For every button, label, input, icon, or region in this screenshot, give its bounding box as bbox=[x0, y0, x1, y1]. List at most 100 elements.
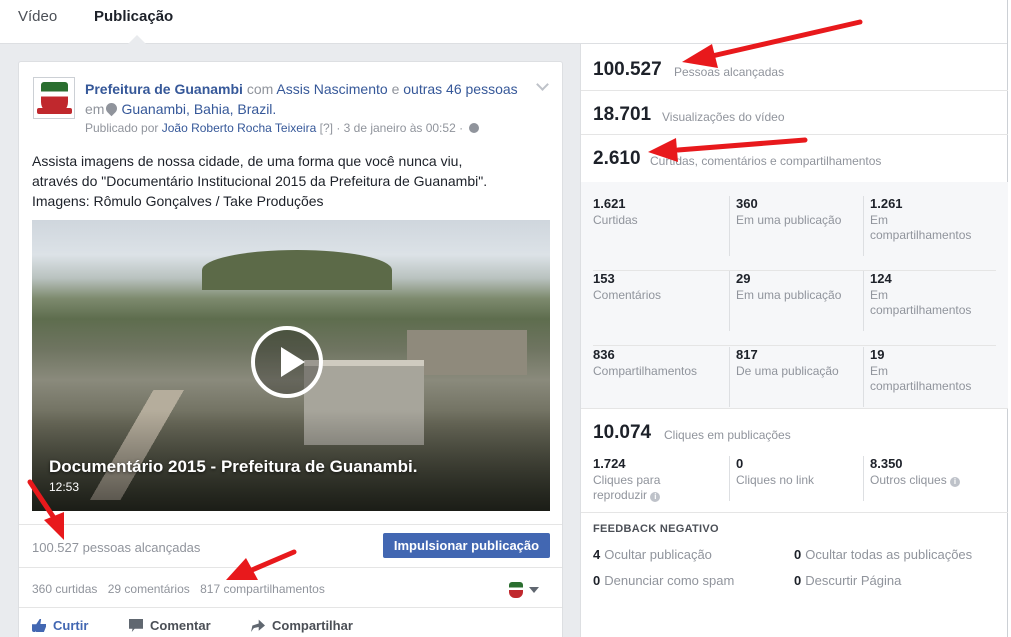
shares-count-link[interactable]: 817 compartilhamentos bbox=[200, 582, 325, 596]
info-icon[interactable]: i bbox=[950, 477, 961, 487]
likes-count-link[interactable]: 360 curtidas bbox=[32, 582, 97, 596]
item-value: 0 bbox=[794, 547, 802, 562]
published-by-prefix: Publicado por bbox=[85, 121, 159, 135]
play-icon[interactable] bbox=[251, 326, 323, 398]
views-label: Visualizações do vídeo bbox=[662, 110, 785, 124]
hide-post-item[interactable]: 4 Ocultar publicação bbox=[593, 547, 712, 562]
breakdown-row: 1.621 Curtidas 360 Em uma publicação 1.261… bbox=[593, 196, 996, 271]
item-label: Denunciar como spam bbox=[604, 573, 735, 588]
breakdown-cell: 1.621 Curtidas bbox=[593, 196, 729, 256]
share-icon bbox=[251, 619, 265, 632]
reach-value: 100.527 bbox=[593, 59, 662, 80]
cell-label: Outros cliques i bbox=[870, 473, 996, 488]
cell-label: De uma publicação bbox=[736, 364, 839, 378]
with-text: com bbox=[246, 81, 274, 97]
publisher-link[interactable]: João Roberto Rocha Teixeira bbox=[162, 121, 317, 135]
clicks-value: 10.074 bbox=[593, 422, 652, 443]
cell-label: Em uma publicação bbox=[736, 288, 842, 302]
post-body: Assista imagens de nossa cidade, de uma … bbox=[32, 151, 552, 211]
tab-video[interactable]: Vídeo bbox=[18, 8, 57, 25]
negative-feedback: FEEDBACK NEGATIVO 4 Ocultar publicação 0O… bbox=[581, 514, 1008, 637]
cell-value: 153 bbox=[593, 271, 615, 286]
views-value: 18.701 bbox=[593, 104, 652, 125]
globe-icon[interactable] bbox=[469, 123, 480, 133]
breakdown-cell: 29 Em uma publicação bbox=[729, 271, 863, 331]
cell-value: 124 bbox=[870, 271, 892, 286]
clicks-cell: 8.350 Outros cliques i bbox=[863, 456, 996, 501]
breakdown-cell: 1.261 Em compartilhamentos bbox=[863, 196, 996, 256]
unlike-page-item[interactable]: 0 Descurtir Página bbox=[794, 573, 901, 588]
page-avatar[interactable] bbox=[33, 77, 75, 119]
thumbs-up-icon bbox=[32, 619, 46, 632]
item-label: Ocultar publicação bbox=[604, 547, 712, 562]
cell-value: 1.621 bbox=[593, 196, 626, 211]
video-scene-building bbox=[407, 330, 527, 375]
video-player[interactable]: Documentário 2015 - Prefeitura de Guanam… bbox=[32, 220, 550, 511]
post-date[interactable]: 3 de janeiro às 00:52 bbox=[344, 121, 456, 135]
tab-publicacao[interactable]: Publicação bbox=[94, 8, 173, 25]
clicks-row: 1.724 Cliques para reproduzir i 0 Cliques … bbox=[593, 456, 996, 508]
cell-value: 19 bbox=[870, 347, 885, 362]
insights-panel: 100.527 Pessoas alcançadas 18.701 Visual… bbox=[580, 44, 1008, 637]
date-separator-2: · bbox=[459, 121, 464, 135]
comments-count-link[interactable]: 29 comentários bbox=[108, 582, 190, 596]
location-pin-icon bbox=[104, 100, 120, 117]
engagement-value: 2.610 bbox=[593, 148, 641, 169]
breakdown-cell: 124 Em compartilhamentos bbox=[863, 271, 996, 331]
post-card: Prefeitura de Guanambi com Assis Nascime… bbox=[18, 61, 563, 637]
chevron-down-icon[interactable] bbox=[536, 78, 549, 91]
reach-text: 100.527 pessoas alcançadas bbox=[32, 540, 201, 555]
breakdown-cell: 836 Compartilhamentos bbox=[593, 347, 729, 407]
report-spam-item[interactable]: 0 Denunciar como spam bbox=[593, 573, 734, 588]
location-link[interactable]: Guanambi, Bahia, Brazil. bbox=[121, 101, 276, 117]
post-meta: Publicado por João Roberto Rocha Teixeir… bbox=[85, 121, 480, 135]
engagement-breakdown: 1.621 Curtidas 360 Em uma publicação 1.261… bbox=[581, 182, 1008, 409]
cell-label: Compartilhamentos bbox=[593, 364, 698, 378]
tab-bar: Vídeo Publicação bbox=[0, 0, 1007, 44]
like-button[interactable]: Curtir bbox=[32, 618, 88, 633]
boost-post-button[interactable]: Impulsionar publicação bbox=[383, 533, 550, 558]
comment-label: Comentar bbox=[150, 618, 211, 633]
cell-value: 1.724 bbox=[593, 456, 626, 471]
help-mark[interactable]: [?] bbox=[320, 121, 333, 135]
cell-value: 29 bbox=[736, 271, 751, 286]
item-value: 0 bbox=[794, 573, 802, 588]
caret-down-icon[interactable] bbox=[529, 587, 539, 593]
share-label: Compartilhar bbox=[272, 618, 353, 633]
breakdown-cell: 153 Comentários bbox=[593, 271, 729, 331]
and-text: e bbox=[391, 81, 400, 97]
post-text-line: Imagens: Rômulo Gonçalves / Take Produçõ… bbox=[32, 193, 324, 209]
clicks-cell: 1.724 Cliques para reproduzir i bbox=[593, 456, 729, 502]
page-selector-icon[interactable] bbox=[509, 582, 523, 598]
tagged-person-link[interactable]: Assis Nascimento bbox=[276, 81, 387, 97]
post-header: Prefeitura de Guanambi com Assis Nascime… bbox=[85, 79, 525, 119]
breakdown-cell: 360 Em uma publicação bbox=[729, 196, 863, 256]
video-title: Documentário 2015 - Prefeitura de Guanam… bbox=[49, 457, 418, 476]
page-name-link[interactable]: Prefeitura de Guanambi bbox=[85, 81, 243, 97]
negative-feedback-title: FEEDBACK NEGATIVO bbox=[593, 523, 719, 535]
ribbon-icon bbox=[37, 108, 72, 114]
cell-label-text: Outros cliques bbox=[870, 473, 947, 487]
clicks-section: 10.074 Cliques em publicações 1.724 Cliqu… bbox=[581, 409, 1008, 513]
info-icon[interactable]: i bbox=[650, 492, 661, 502]
item-value: 0 bbox=[593, 573, 601, 588]
comment-button[interactable]: Comentar bbox=[129, 618, 211, 633]
others-link[interactable]: outras 46 pessoas bbox=[403, 81, 517, 97]
engagement-counts: 360 curtidas 29 comentários 817 comparti… bbox=[32, 582, 332, 596]
cell-label: Em uma publicação bbox=[736, 213, 842, 227]
engagement-label: Curtidas, comentários e compartilhamento… bbox=[650, 154, 882, 168]
cell-label: Curtidas bbox=[593, 213, 638, 227]
breakdown-cell: 817 De uma publicação bbox=[729, 347, 863, 407]
cell-label: Cliques no link bbox=[736, 473, 815, 487]
item-label: Ocultar todas as publicações bbox=[805, 547, 973, 562]
video-duration: 12:53 bbox=[49, 480, 80, 494]
reach-summary: 100.527 Pessoas alcançadas bbox=[581, 44, 1008, 91]
breakdown-cell: 19 Em compartilhamentos bbox=[863, 347, 996, 407]
hide-all-posts-item[interactable]: 0 Ocultar todas as publicações bbox=[794, 547, 972, 562]
share-button[interactable]: Compartilhar bbox=[251, 618, 353, 633]
cell-value: 8.350 bbox=[870, 456, 903, 471]
post-text-line: Assista imagens de nossa cidade, de uma … bbox=[32, 153, 463, 169]
item-value: 4 bbox=[593, 547, 601, 562]
comment-icon bbox=[129, 619, 143, 632]
cell-label: Em compartilhamentos bbox=[870, 213, 972, 242]
